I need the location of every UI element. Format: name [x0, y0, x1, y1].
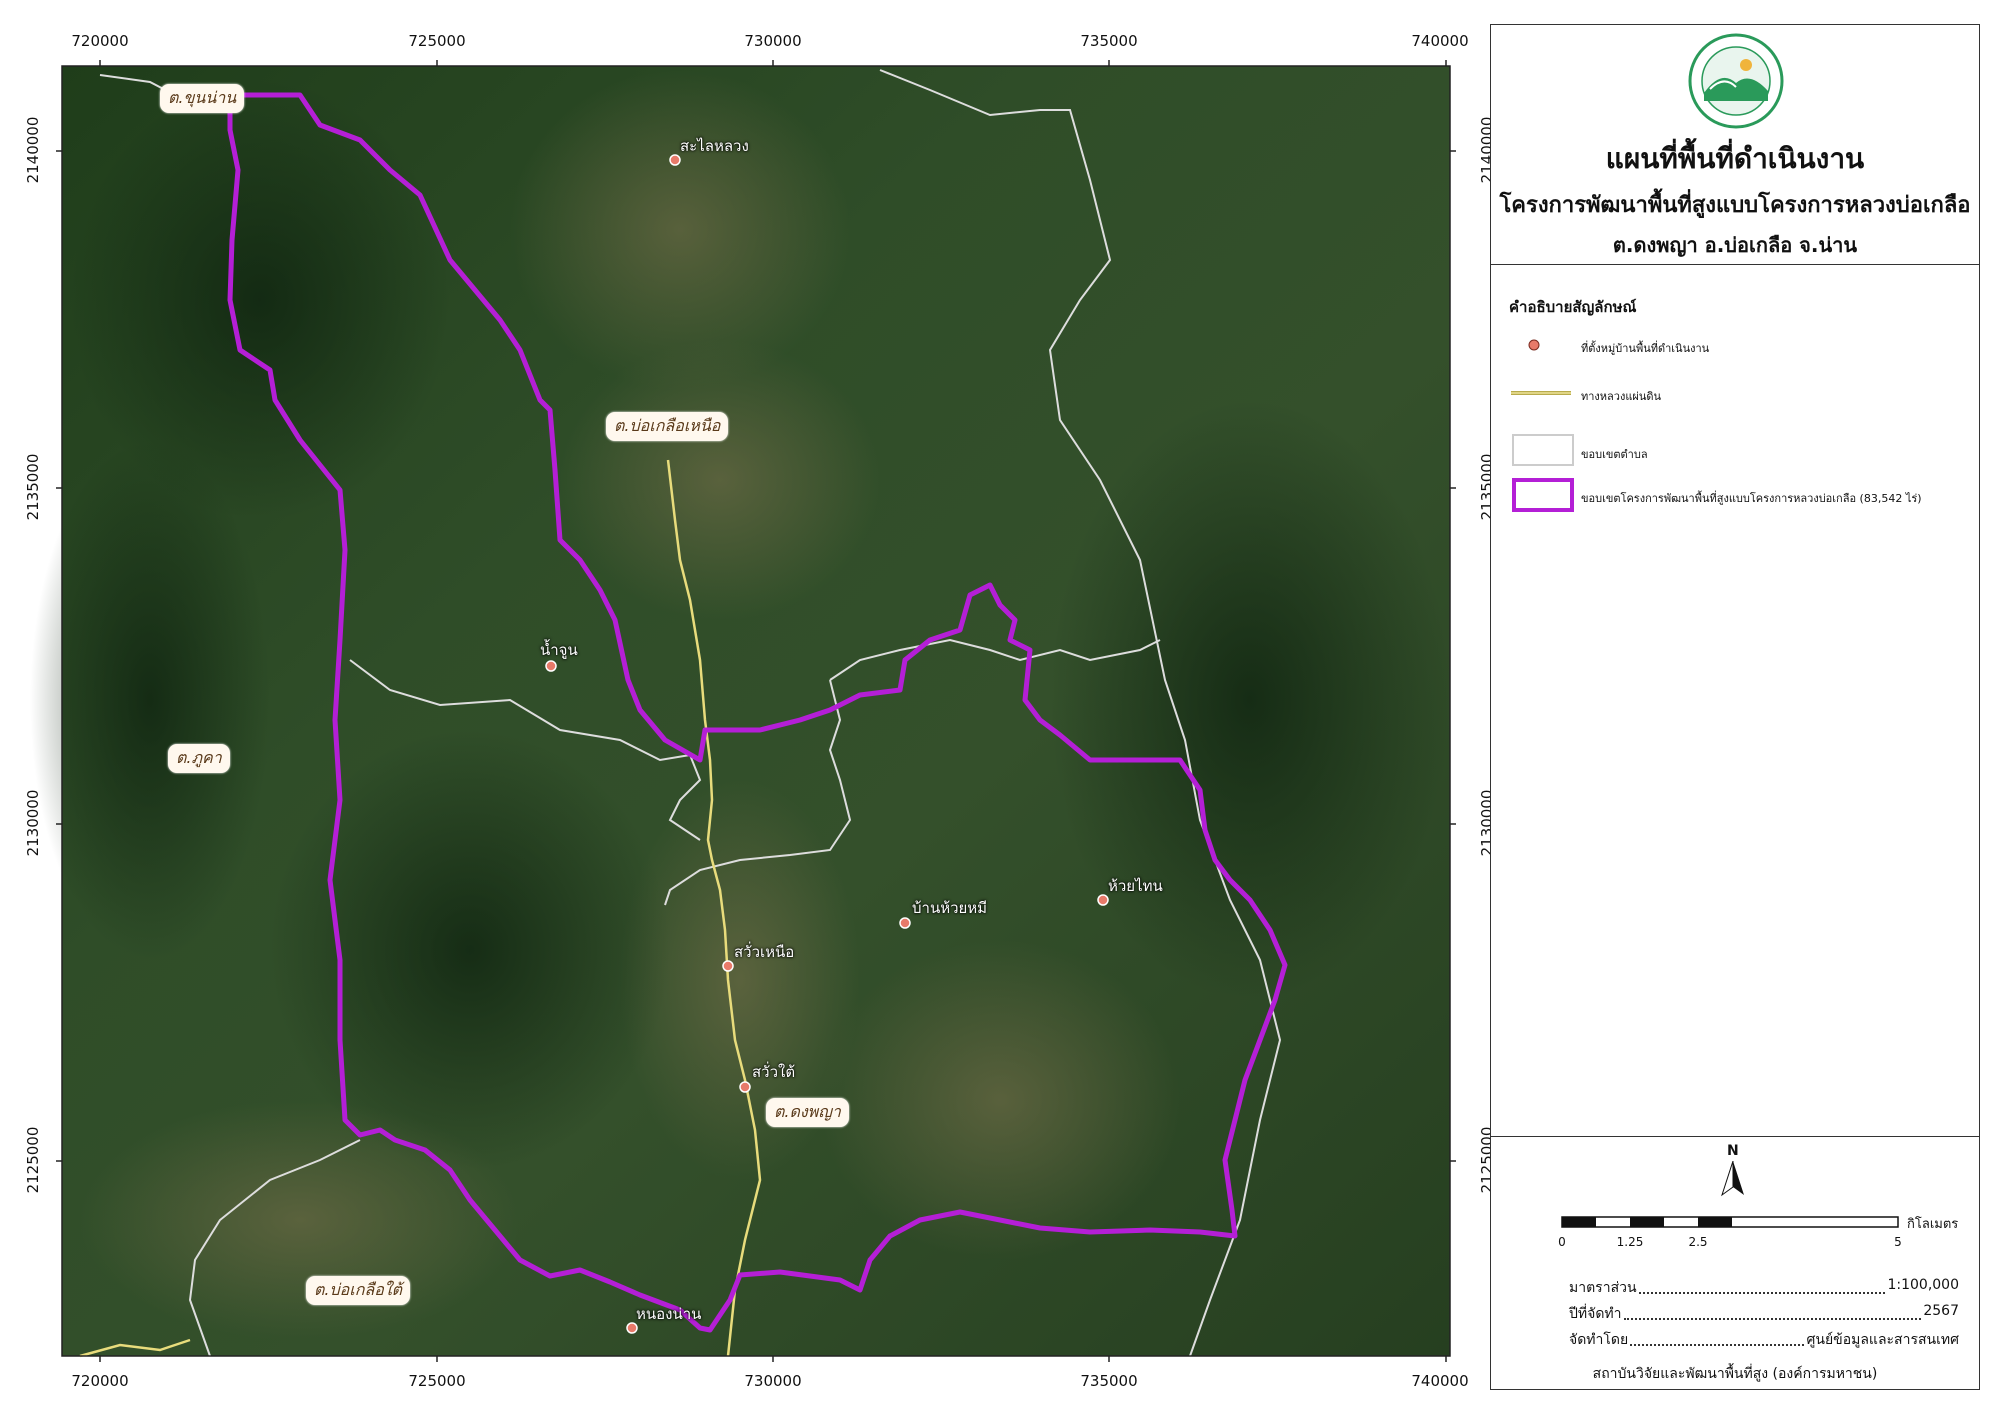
info-scale-row: มาตราส่วน 1:100,000: [1569, 1277, 1959, 1296]
area-title: ต.ดงพญา อ.บ่อเกลือ จ.น่าน: [1612, 233, 1858, 257]
info-year-row: ปีที่จัดทำ 2567: [1569, 1303, 1959, 1322]
map-canvas[interactable]: [0, 0, 1490, 1415]
village-label[interactable]: สวั่วใต้: [752, 1060, 795, 1084]
x-tick-label: 720000: [71, 32, 129, 50]
subdistrict-label[interactable]: ต.ดงพญา: [766, 1098, 849, 1127]
scale-bar: [1561, 1216, 1899, 1228]
subdistrict-label[interactable]: ต.ขุนน่าน: [160, 84, 245, 113]
village-label[interactable]: บ้านห้วยหมี: [912, 896, 987, 920]
village-marker-icon: [669, 154, 681, 166]
north-label: N: [1727, 1143, 1739, 1159]
x-tick-label: 740000: [1411, 1372, 1469, 1390]
x-tick-label: 735000: [1080, 1372, 1138, 1390]
village-marker-icon: [739, 1081, 751, 1093]
north-arrow-icon: [1721, 1161, 1744, 1197]
legend-label: ที่ตั้งหมู่บ้านพื้นที่ดำเนินงาน: [1581, 342, 1710, 355]
x-tick-label: 720000: [71, 1372, 129, 1390]
legend-heading: คำอธิบายสัญลักษณ์: [1509, 298, 1637, 316]
y-tick-label: 2130000: [24, 789, 42, 857]
village-label[interactable]: สะไลหลวง: [680, 134, 749, 158]
map-frame: 720000 725000 730000 735000 740000 72000…: [0, 0, 1496, 1415]
village-marker-icon: [1097, 894, 1109, 906]
scale-tick-label: 5: [1894, 1235, 1902, 1249]
village-marker-icon: [722, 960, 734, 972]
map-title: แผนที่พื้นที่ดำเนินงาน: [1605, 142, 1865, 175]
legend-label: ทางหลวงแผ่นดิน: [1581, 390, 1662, 403]
subdistrict-boundary-icon: [1512, 434, 1574, 466]
y-tick-label: 2140000: [24, 116, 42, 184]
project-title: โครงการพัฒนาพื้นที่สูงแบบโครงการหลวงบ่อเ…: [1499, 193, 1971, 218]
village-label[interactable]: หนองน่าน: [636, 1302, 701, 1326]
village-marker-icon: [899, 917, 911, 929]
subdistrict-label[interactable]: ต.ภูคา: [168, 744, 230, 773]
x-tick-label: 735000: [1080, 32, 1138, 50]
legend-section: คำอธิบายสัญลักษณ์ ที่ตั้งหมู่บ้านพื้นที่…: [1491, 265, 1979, 1137]
scale-tick-label: 0: [1558, 1235, 1566, 1249]
village-label[interactable]: น้ำจูน: [540, 638, 578, 662]
legend-label: ขอบเขตโครงการพัฒนาพื้นที่สูงแบบโครงการหล…: [1581, 492, 1922, 505]
hrdi-logo-icon: [1688, 33, 1784, 129]
legend-label: ขอบเขตตำบล: [1581, 448, 1648, 461]
village-label[interactable]: สวั่วเหนือ: [734, 940, 794, 964]
title-section: แผนที่พื้นที่ดำเนินงาน โครงการพัฒนาพื้นท…: [1491, 25, 1979, 265]
scale-unit: กิโลเมตร: [1907, 1217, 1959, 1232]
village-marker-icon: [1528, 339, 1540, 351]
subdistrict-label[interactable]: ต.บ่อเกลือเหนือ: [606, 412, 729, 441]
info-section: N 0 1.25 2.5 5 กิโลเมตร มาตราส่วน 1:100,…: [1491, 1137, 1979, 1391]
y-tick-label: 2135000: [24, 453, 42, 521]
scale-tick-label: 1.25: [1616, 1235, 1644, 1249]
satellite-imagery: [30, 66, 1450, 1356]
scale-tick-label: 2.5: [1688, 1235, 1708, 1249]
y-tick-label: 2125000: [24, 1126, 42, 1194]
x-tick-label: 730000: [744, 32, 802, 50]
map-info-panel: แผนที่พื้นที่ดำเนินงาน โครงการพัฒนาพื้นท…: [1490, 24, 1980, 1390]
x-tick-label: 730000: [744, 1372, 802, 1390]
footer-organization: สถาบันวิจัยและพัฒนาพื้นที่สูง (องค์การมห…: [1592, 1366, 1878, 1382]
info-author-row: จัดทำโดย ศูนย์ข้อมูลและสารสนเทศ: [1569, 1329, 1959, 1351]
village-marker-icon: [545, 660, 557, 672]
x-tick-label: 725000: [408, 32, 466, 50]
subdistrict-label[interactable]: ต.บ่อเกลือใต้: [306, 1276, 411, 1305]
road-line-icon: [1511, 391, 1571, 395]
village-label[interactable]: ห้วยไทน: [1108, 874, 1163, 898]
x-tick-label: 725000: [408, 1372, 466, 1390]
x-tick-label: 740000: [1411, 32, 1469, 50]
project-boundary-icon: [1512, 478, 1574, 512]
